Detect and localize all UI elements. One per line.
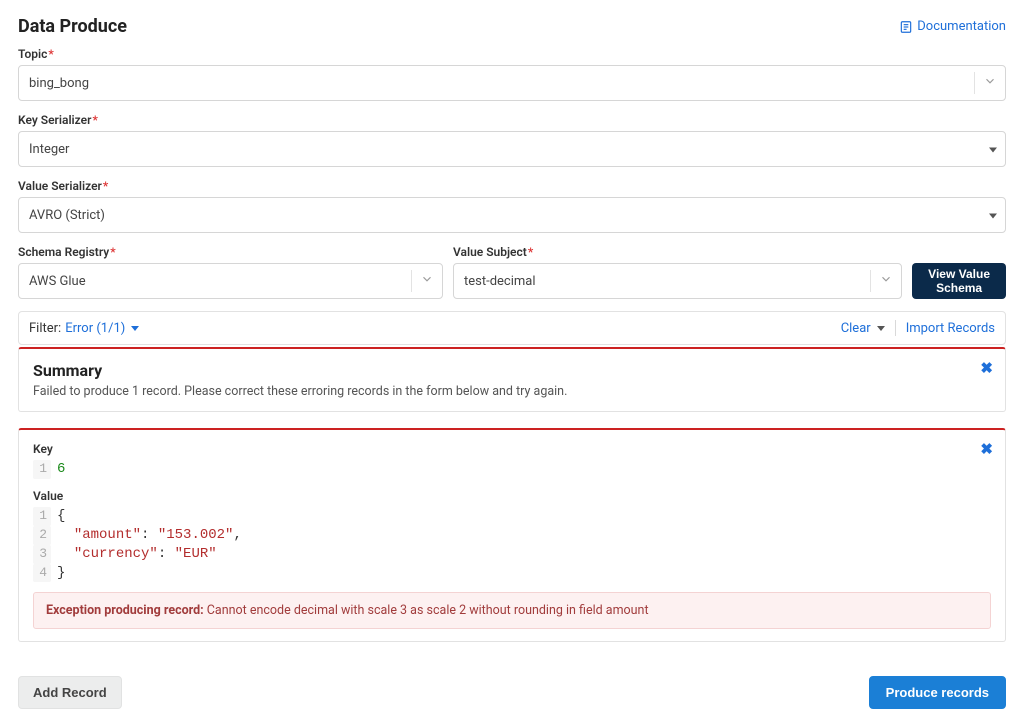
- value-subject-select[interactable]: test-decimal: [453, 263, 902, 299]
- key-serializer-label: Key Serializer*: [18, 113, 1006, 127]
- record-key-label: Key: [33, 442, 991, 456]
- record-value-editor[interactable]: 1{2 "amount": "153.002",3 "currency": "E…: [33, 507, 991, 583]
- caret-down-icon: [989, 142, 997, 157]
- value-serializer-select[interactable]: AVRO (Strict): [18, 197, 1006, 233]
- import-records-link[interactable]: Import Records: [906, 321, 995, 336]
- topic-label: Topic*: [18, 47, 1006, 61]
- value-subject-value: test-decimal: [464, 274, 536, 289]
- record-box: ✖ Key 16 Value 1{2 "amount": "153.002",3…: [18, 428, 1006, 642]
- caret-down-icon: [877, 326, 885, 331]
- record-value-label: Value: [33, 489, 991, 503]
- record-error-box: Exception producing record: Cannot encod…: [33, 592, 991, 629]
- filter-dropdown[interactable]: Error (1/1): [65, 321, 139, 336]
- chevron-down-icon: [983, 74, 997, 92]
- key-serializer-select[interactable]: Integer: [18, 131, 1006, 167]
- summary-heading: Summary: [33, 361, 991, 380]
- value-subject-label: Value Subject*: [453, 245, 902, 259]
- schema-registry-value: AWS Glue: [29, 274, 86, 289]
- chevron-down-icon: [879, 272, 893, 290]
- add-record-button[interactable]: Add Record: [18, 676, 122, 709]
- schema-registry-label: Schema Registry*: [18, 245, 443, 259]
- record-error-text: Cannot encode decimal with scale 3 as sc…: [207, 603, 649, 618]
- caret-down-icon: [989, 208, 997, 223]
- select-divider: [870, 270, 871, 292]
- summary-box: ✖ Summary Failed to produce 1 record. Pl…: [18, 347, 1006, 412]
- record-error-label: Exception producing record:: [46, 603, 204, 618]
- separator: [895, 320, 896, 336]
- filter-current: Error (1/1): [65, 321, 125, 336]
- view-value-schema-button[interactable]: View Value Schema: [912, 263, 1006, 299]
- documentation-label: Documentation: [917, 19, 1006, 34]
- schema-registry-select[interactable]: AWS Glue: [18, 263, 443, 299]
- select-divider: [974, 72, 975, 94]
- clear-label: Clear: [841, 321, 871, 336]
- filter-label: Filter:: [29, 321, 61, 336]
- page-title: Data Produce: [18, 16, 127, 37]
- caret-down-icon: [131, 326, 139, 331]
- filter-bar: Filter: Error (1/1) Clear Import Records: [18, 311, 1006, 345]
- close-icon[interactable]: ✖: [980, 440, 993, 458]
- summary-text: Failed to produce 1 record. Please corre…: [33, 384, 991, 399]
- chevron-down-icon: [420, 272, 434, 290]
- record-key-editor[interactable]: 16: [33, 460, 991, 479]
- value-serializer-value: AVRO (Strict): [29, 208, 105, 223]
- value-serializer-label: Value Serializer*: [18, 179, 1006, 193]
- close-icon[interactable]: ✖: [980, 359, 993, 377]
- documentation-link[interactable]: Documentation: [899, 19, 1006, 34]
- documentation-icon: [899, 20, 913, 34]
- clear-dropdown[interactable]: Clear: [841, 321, 885, 336]
- select-divider: [411, 270, 412, 292]
- topic-select[interactable]: bing_bong: [18, 65, 1006, 101]
- key-serializer-value: Integer: [29, 142, 69, 157]
- topic-value: bing_bong: [29, 76, 89, 91]
- produce-records-button[interactable]: Produce records: [869, 676, 1006, 709]
